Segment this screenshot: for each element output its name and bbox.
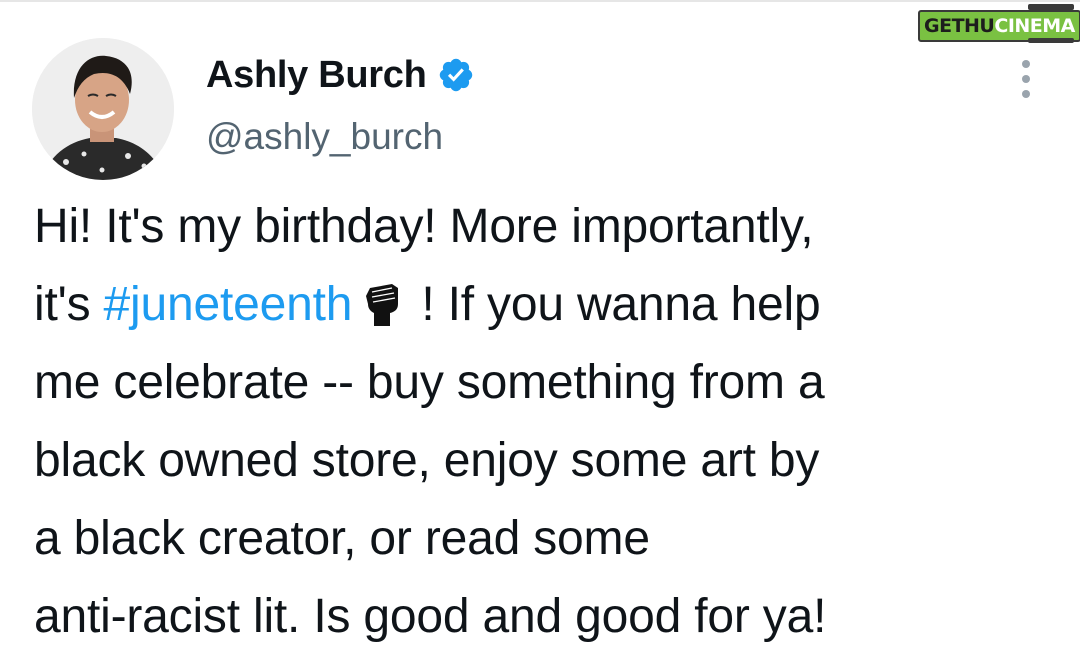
tweet-line-6: anti-racist lit. Is good and good for ya…	[34, 590, 827, 643]
tweet-line-5: a black creator, or read some	[34, 512, 650, 565]
avatar[interactable]	[32, 38, 174, 180]
raised-fist-icon	[366, 284, 399, 326]
tweet-line-2-post: ! If you wanna help	[408, 278, 821, 331]
verified-badge-icon	[439, 58, 472, 92]
tweet-line-2: it's #juneteenth ! If you wanna help	[34, 266, 1064, 344]
top-divider	[0, 0, 1080, 2]
watermark-part2: CINEMA	[994, 15, 1075, 37]
tweet-line-1: Hi! It's my birthday! More importantly,	[34, 200, 814, 253]
watermark-part1: GETHU	[924, 15, 995, 37]
author-name[interactable]: Ashly Burch	[206, 54, 427, 97]
more-options-icon[interactable]	[1012, 60, 1040, 100]
watermark-logo: GETHU CINEMA	[918, 4, 1080, 44]
tweet-text: Hi! It's my birthday! More importantly, …	[34, 188, 1064, 656]
film-strip-bottom	[1028, 38, 1074, 43]
avatar-image	[32, 38, 174, 180]
tweet-line-2-pre: it's	[34, 278, 104, 331]
author-handle[interactable]: @ashly_burch	[206, 116, 443, 158]
author-row: Ashly Burch	[206, 52, 475, 98]
tweet-line-3: me celebrate -- buy something from a	[34, 356, 825, 409]
tweet-line-4: black owned store, enjoy some art by	[34, 434, 820, 487]
hashtag-link[interactable]: #juneteenth	[104, 278, 353, 331]
